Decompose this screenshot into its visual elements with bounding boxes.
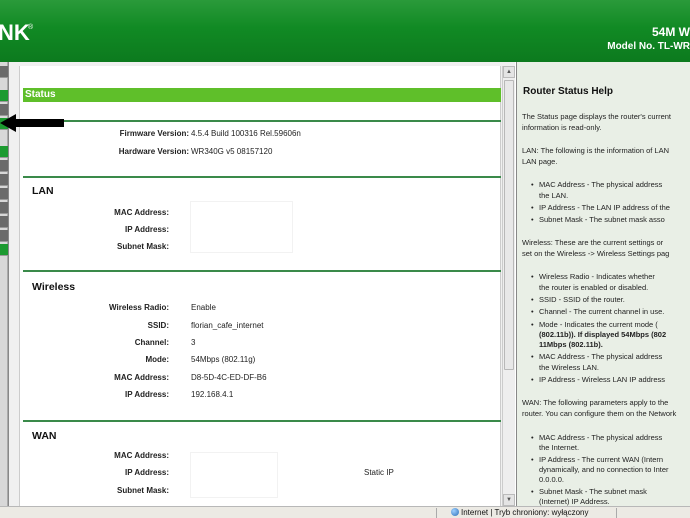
- wan-mask-label: Subnet Mask:: [116, 486, 169, 495]
- help-title: Router Status Help: [523, 86, 614, 97]
- channel-label: Channel:: [134, 338, 169, 347]
- firmware-value: 4.5.4 Build 100316 Rel.59606n: [191, 129, 301, 138]
- lan-mask-label: Subnet Mask:: [116, 242, 169, 251]
- help-text: the LAN.: [539, 191, 569, 200]
- mode-label: Mode:: [145, 355, 169, 364]
- help-list-item: Wireless Radio - Indicates whether: [531, 272, 690, 282]
- lan-title: LAN: [32, 185, 54, 197]
- help-text: set on the Wireless -> Wireless Settings…: [522, 249, 670, 258]
- menu-item[interactable]: [0, 174, 8, 186]
- redacted-area: [190, 452, 278, 498]
- help-text: 0.0.0.0.: [539, 475, 565, 484]
- divider: [23, 420, 501, 422]
- redacted-area: [190, 201, 293, 253]
- menu-item[interactable]: [0, 216, 8, 228]
- wireless-mac-label: MAC Address:: [114, 373, 169, 382]
- help-list-item: MAC Address - The physical address: [531, 180, 690, 190]
- ssid-value: florian_cafe_internet: [191, 321, 264, 330]
- wan-title: WAN: [32, 430, 57, 442]
- main-scrollbar[interactable]: ▲ ▼: [502, 66, 515, 506]
- menu-item[interactable]: [0, 202, 8, 214]
- help-list-item: Subnet Mask - The subnet mask asso: [531, 215, 690, 225]
- help-text: (802.11b)). If displayed 54Mbps (802: [539, 330, 667, 339]
- help-text: the Wireless LAN.: [539, 363, 600, 372]
- menu-item[interactable]: [0, 230, 8, 242]
- status-heading: Status: [23, 88, 501, 102]
- help-list-item: SSID - SSID of the router.: [531, 295, 690, 305]
- help-list-item: Subnet Mask - The subnet mask: [531, 487, 690, 497]
- help-list-item: MAC Address - The physical address: [531, 433, 690, 443]
- model-title: 54M W: [651, 25, 690, 39]
- scroll-down-button[interactable]: ▼: [503, 494, 515, 506]
- router-header-banner: NK ® 54M W Model No. TL-WR: [0, 0, 690, 62]
- help-list-item: Mode - Indicates the current mode (: [531, 320, 690, 330]
- wireless-ip-value: 192.168.4.1: [191, 390, 234, 399]
- menu-item[interactable]: [0, 146, 8, 158]
- help-text: LAN: The following is the information of…: [522, 146, 670, 155]
- status-separator: [436, 508, 437, 518]
- help-list-item: Channel - The current channel in use.: [531, 307, 690, 317]
- scroll-thumb[interactable]: [504, 80, 514, 370]
- help-text: information is read-only.: [522, 123, 602, 132]
- help-text: 11Mbps (802.11b).: [539, 340, 603, 349]
- channel-value: 3: [191, 338, 196, 347]
- help-text: WAN: The following parameters apply to t…: [522, 398, 669, 407]
- help-text: dynamically, and no connection to Inter: [539, 465, 669, 474]
- model-number: Model No. TL-WR: [607, 41, 690, 52]
- wireless-title: Wireless: [32, 281, 76, 293]
- wireless-radio-label: Wireless Radio:: [109, 303, 169, 312]
- help-text: Wireless: These are the current settings…: [522, 238, 664, 247]
- hardware-label: Hardware Version:: [118, 147, 189, 156]
- lan-ip-label: IP Address:: [124, 225, 169, 234]
- help-text: The Status page displays the router's cu…: [522, 112, 672, 121]
- divider: [23, 270, 501, 272]
- mode-value: 54Mbps (802.11g): [191, 355, 256, 364]
- help-text: (Internet) IP Address.: [539, 497, 610, 506]
- menu-item[interactable]: [0, 66, 8, 78]
- menu-item[interactable]: [0, 188, 8, 200]
- arrow-left-icon: [0, 114, 64, 132]
- brand-logo: NK: [0, 20, 30, 45]
- help-text: the Internet.: [539, 443, 580, 452]
- registered-icon: ®: [28, 24, 34, 31]
- help-list-item: MAC Address - The physical address: [531, 352, 690, 362]
- main-frame: Status Firmware Version: 4.5.4 Build 100…: [8, 62, 515, 506]
- help-text: the router is enabled or disabled.: [539, 283, 649, 292]
- security-zone-text[interactable]: Internet | Tryb chroniony: wyłączony: [461, 508, 588, 517]
- menu-item[interactable]: [0, 90, 8, 102]
- help-list-item: IP Address - The current WAN (Intern: [531, 455, 690, 465]
- wan-ip-type: Static IP: [364, 468, 394, 477]
- scroll-up-button[interactable]: ▲: [503, 66, 515, 78]
- divider: [23, 176, 501, 178]
- wireless-mac-value: D8-5D-4C-ED-DF-B6: [191, 373, 267, 382]
- help-text: LAN page.: [522, 157, 558, 166]
- wireless-radio-value: Enable: [191, 303, 216, 312]
- help-list-item: IP Address - Wireless LAN IP address: [531, 375, 690, 385]
- wan-ip-label: IP Address:: [124, 468, 169, 477]
- help-panel: Router Status Help The Status page displ…: [516, 62, 690, 506]
- wan-mac-label: MAC Address:: [114, 451, 169, 460]
- hardware-value: WR340G v5 08157120: [191, 147, 273, 156]
- menu-item[interactable]: [0, 160, 8, 172]
- status-separator: [616, 508, 617, 518]
- browser-status-bar: Internet | Tryb chroniony: wyłączony: [0, 506, 690, 518]
- wireless-ip-label: IP Address:: [124, 390, 169, 399]
- globe-icon: [451, 508, 459, 516]
- ssid-label: SSID:: [147, 321, 169, 330]
- lan-mac-label: MAC Address:: [114, 208, 169, 217]
- help-list-item: IP Address - The LAN IP address of the: [531, 203, 690, 213]
- divider: [23, 120, 501, 122]
- help-text: router. You can configure them on the Ne…: [522, 409, 677, 418]
- menu-item[interactable]: [0, 244, 8, 256]
